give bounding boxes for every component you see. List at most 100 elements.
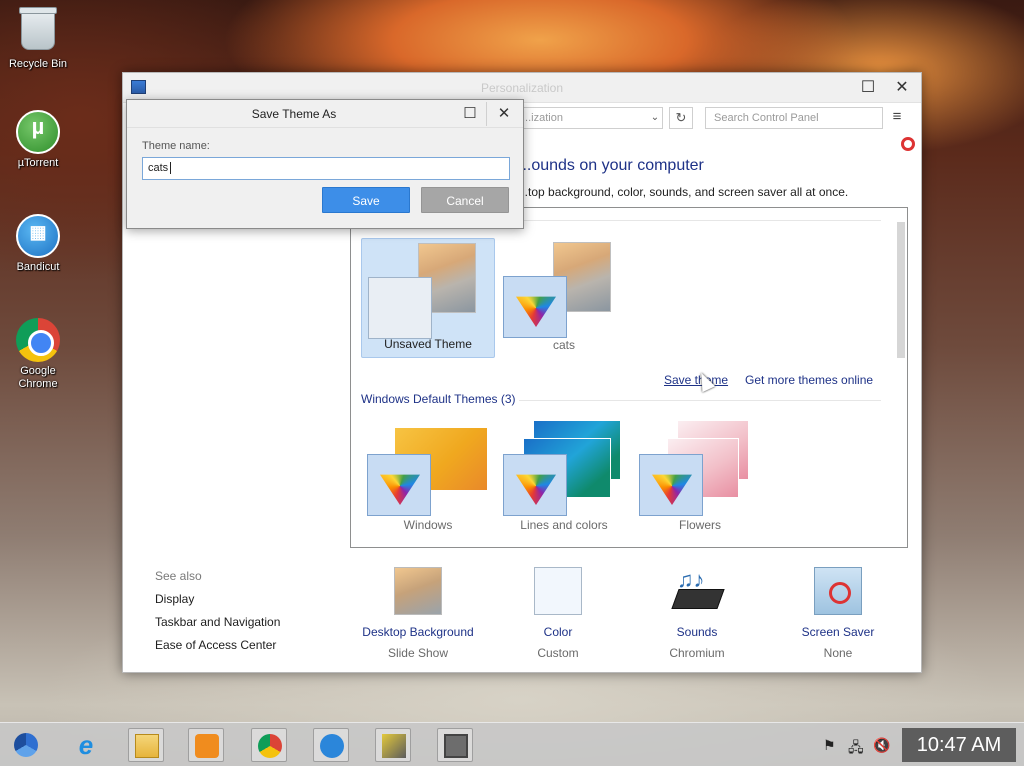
window-manager-icon [444,734,468,758]
cancel-button[interactable]: Cancel [421,187,509,213]
desktop-background-icon [394,567,442,615]
screen-saver-setting[interactable]: Screen Saver None [768,567,908,660]
taskbar-window-manager[interactable] [437,728,473,762]
page-heading: ...ounds on your computer [518,157,704,174]
taskbar-bandicam[interactable] [375,728,411,762]
flag-icon[interactable]: ⚑ [823,737,836,754]
theme-flowers[interactable]: Flowers [633,418,767,538]
theme-windows[interactable]: Windows [361,418,495,538]
volume-muted-icon[interactable]: 🔇 [873,737,890,754]
close-button[interactable]: ✕ [885,73,919,103]
desktop-icon-bandicut[interactable]: ▦ Bandicut [2,214,74,274]
internet-explorer-icon: e [78,730,94,760]
help-icon[interactable] [901,137,915,151]
see-also-ease-of-access-link[interactable]: Ease of Access Center [155,638,280,652]
window-title: Personalization [480,81,564,95]
theme-label: cats [552,338,575,352]
taskbar-chromium[interactable] [8,728,44,762]
taskbar-file-explorer[interactable] [128,728,164,762]
desktop-icon-recycle-bin[interactable]: Recycle Bin [2,7,74,71]
group-title-default-themes: Windows Default Themes (3) [361,392,516,406]
see-also-title: See also [155,569,202,583]
theme-unsaved[interactable]: Unsaved Theme [361,238,495,358]
palette-icon [516,296,556,327]
network-icon[interactable]: 🖧 [848,737,864,761]
bandicam-icon [382,734,406,758]
chrome-icon [258,734,282,758]
keyboard-icon [671,589,725,609]
theme-label: Lines and colors [520,518,608,532]
setting-title: Desktop Background [362,625,474,639]
menu-icon[interactable]: ≡ [885,107,909,129]
theme-list: Unsaved Theme cats Save theme Get more t… [350,207,908,548]
address-field[interactable]: ...ization [513,107,663,129]
bandicut-icon [320,734,344,758]
theme-color-swatch [639,454,703,516]
taskbar-media-player[interactable] [188,728,224,762]
theme-color-swatch [368,277,432,339]
recycle-bin-icon [19,7,57,50]
chromium-icon [14,733,38,757]
theme-label: Flowers [678,518,721,532]
taskbar-chrome[interactable] [251,728,287,762]
sounds-icon: ♫♪ [671,567,725,615]
maximize-button[interactable]: ☐ [851,73,885,103]
theme-name-value: cats [148,162,169,174]
theme-name-label: Theme name: [142,140,210,152]
scrollbar[interactable] [897,222,905,358]
clock[interactable]: 10:47 AM [902,728,1016,762]
desktop-icon-label: Google Chrome [18,365,58,390]
setting-value: Slide Show [387,646,449,660]
desktop-icon-chrome[interactable]: Google Chrome [2,318,74,391]
taskbar-internet-explorer[interactable]: e [68,728,104,762]
dialog-titlebar[interactable]: Save Theme As ☐ ✕ [127,100,523,128]
save-theme-dialog: Save Theme As ☐ ✕ Theme name: cats Save … [126,99,524,229]
theme-name-input[interactable]: cats [142,157,510,180]
theme-label: Unsaved Theme [384,337,472,351]
setting-title: Sounds [676,625,718,639]
page-subheading: ...top background, color, sounds, and sc… [518,185,849,199]
close-button[interactable]: ✕ [487,100,521,128]
dialog-title: Save Theme As [251,107,337,121]
taskbar: e ⚑ 🖧 🔇 10:47 AM [0,722,1024,766]
search-input[interactable]: Search Control Panel [705,107,883,129]
theme-color-swatch [367,454,431,516]
refresh-button[interactable]: ↻ [669,107,693,129]
palette-icon [516,474,556,505]
theme-color-swatch [503,454,567,516]
theme-lines-and-colors[interactable]: Lines and colors [497,418,631,538]
setting-value: Chromium [669,646,725,660]
desktop-icon-label: µTorrent [17,157,59,169]
divider [519,400,881,401]
get-more-themes-link[interactable]: Get more themes online [745,373,873,387]
maximize-button[interactable]: ☐ [453,100,487,128]
see-also-section: See also Display Taskbar and Navigation … [155,569,280,661]
desktop-icon-utorrent[interactable]: µ µTorrent [2,110,74,170]
palette-icon [652,474,692,505]
media-player-icon [195,734,219,758]
chevron-down-icon[interactable]: ⌄ [647,108,663,128]
setting-value: Custom [537,646,579,660]
screen-saver-icon [814,567,862,615]
desktop-icon-label: Recycle Bin [8,58,68,70]
utorrent-icon: µ [16,110,60,154]
color-swatch-icon [534,567,582,615]
theme-cats[interactable]: cats [497,238,631,358]
color-setting[interactable]: Color Custom [488,567,628,660]
setting-title: Color [543,625,573,639]
see-also-display-link[interactable]: Display [155,592,280,606]
palette-icon [380,474,420,505]
sounds-setting[interactable]: ♫♪ Sounds Chromium [627,567,767,660]
taskbar-bandicut[interactable] [313,728,349,762]
theme-label: Windows [403,518,453,532]
see-also-taskbar-link[interactable]: Taskbar and Navigation [155,615,280,629]
setting-value: None [823,646,853,660]
desktop-background-setting[interactable]: Desktop Background Slide Show [348,567,488,660]
theme-color-swatch [503,276,567,338]
bandicut-icon: ▦ [16,214,60,258]
desktop-icon-label: Bandicut [16,261,60,273]
chrome-icon [16,318,60,362]
save-button[interactable]: Save [322,187,410,213]
file-explorer-icon [135,734,159,758]
text-caret [170,162,172,175]
